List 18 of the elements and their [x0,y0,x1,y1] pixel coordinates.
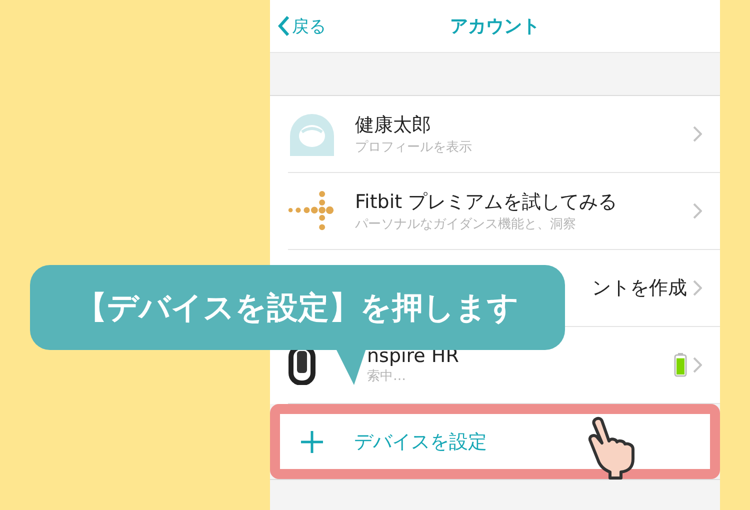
chevron-icon [693,357,702,373]
row-title: Fitbit プレミアムを試してみる [355,190,618,215]
battery-icon [674,353,687,377]
row-subtitle: プロフィールを表示 [355,139,472,156]
row-subtitle: 索中… [367,368,406,385]
row-subtitle: パーソナルなガイダンス機能と、洞察 [355,216,576,233]
chevron-icon [693,126,702,142]
account-row[interactable]: Fitbit プレミアムを試してみる パーソナルなガイダンス機能と、洞察 [288,173,720,250]
row-title: ントを作成 [592,276,687,301]
avatar-icon [288,112,336,156]
row-title: 健康太郎 [355,113,431,138]
chevron-icon [693,280,702,296]
plus-icon [300,430,324,454]
callout-text: 【デバイスを設定】を押します [76,288,519,328]
back-chevron-icon [278,15,290,37]
account-row[interactable]: 健康太郎 プロフィールを表示 [288,96,720,173]
chevron-icon [693,203,702,219]
screen-title: アカウント [450,15,540,38]
